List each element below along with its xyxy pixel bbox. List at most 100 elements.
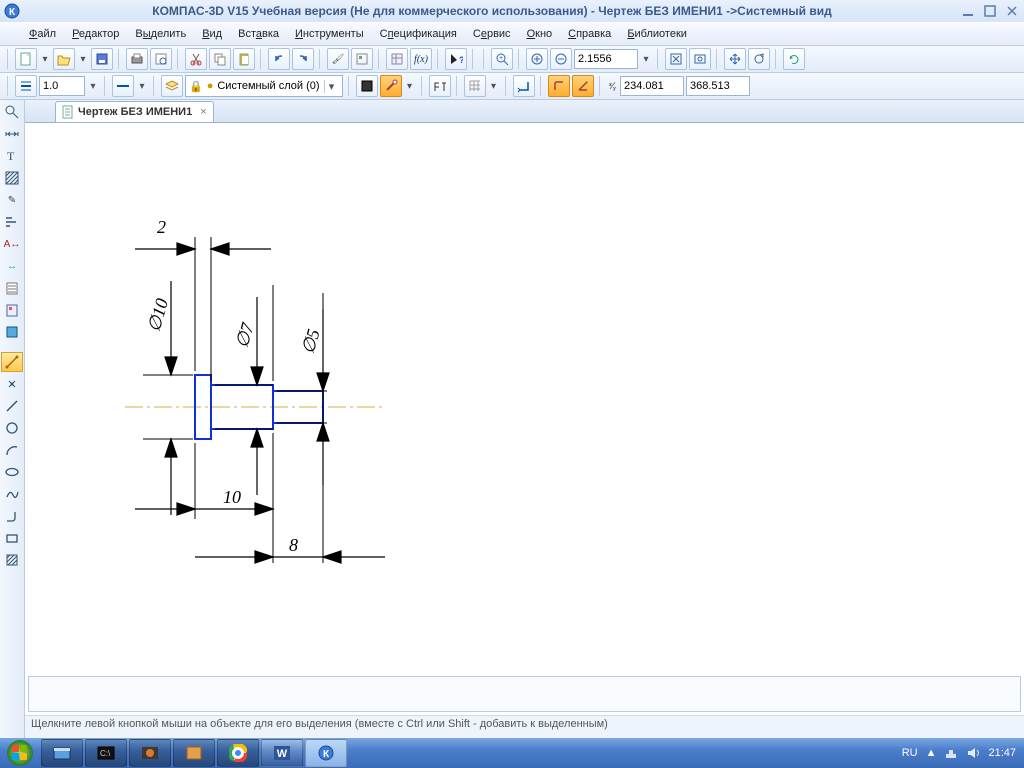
redo-button[interactable] xyxy=(292,48,314,70)
property-panel[interactable] xyxy=(28,676,1021,712)
dim-style-button[interactable] xyxy=(429,75,451,97)
menu-service[interactable]: Сервис xyxy=(466,26,518,42)
open-dropdown[interactable]: ▾ xyxy=(77,48,89,70)
task-app1[interactable] xyxy=(129,739,171,767)
linewidth-field[interactable]: 1.0 xyxy=(39,76,85,96)
task-word[interactable]: W xyxy=(261,739,303,767)
task-kompas[interactable]: К xyxy=(305,739,347,767)
copy-button[interactable] xyxy=(209,48,231,70)
zoom-dropdown[interactable]: ▾ xyxy=(640,48,652,70)
grid-button[interactable] xyxy=(464,75,486,97)
tool-ellipse[interactable] xyxy=(1,462,23,482)
clock[interactable]: 21:47 xyxy=(988,747,1016,759)
layer-dropdown[interactable]: ▾ xyxy=(324,80,339,93)
rotate-button[interactable] xyxy=(748,48,770,70)
tool-line[interactable] xyxy=(1,352,23,372)
tool-arc[interactable] xyxy=(1,440,23,460)
cut-button[interactable] xyxy=(185,48,207,70)
layer-combo[interactable]: 🔒 ● Системный слой (0) ▾ xyxy=(185,75,343,97)
new-button[interactable] xyxy=(15,48,37,70)
tab-close-icon[interactable]: × xyxy=(200,106,206,118)
snap-dropdown[interactable]: ▾ xyxy=(404,75,416,97)
menu-view[interactable]: Вид xyxy=(195,26,229,42)
zoom-prev-button[interactable] xyxy=(689,48,711,70)
tool-point[interactable] xyxy=(1,374,23,394)
menu-spec[interactable]: Спецификация xyxy=(373,26,464,42)
tool-properties-button[interactable] xyxy=(351,48,373,70)
tool-manager-button[interactable] xyxy=(386,48,408,70)
minimize-button[interactable] xyxy=(960,3,976,19)
task-chrome[interactable] xyxy=(217,739,259,767)
tray-volume-icon[interactable] xyxy=(966,746,980,760)
maximize-button[interactable] xyxy=(982,3,998,19)
menu-file[interactable]: Файл xyxy=(22,26,63,42)
print-preview-button[interactable] xyxy=(150,48,172,70)
tool-params[interactable] xyxy=(1,212,23,232)
menu-insert[interactable]: Вставка xyxy=(231,26,286,42)
zoom-fit-button[interactable] xyxy=(665,48,687,70)
tool-insert[interactable] xyxy=(1,322,23,342)
tool-reports[interactable] xyxy=(1,300,23,320)
task-cmd[interactable]: C:\ xyxy=(85,739,127,767)
round-button[interactable] xyxy=(548,75,570,97)
zoom-window-button[interactable]: + xyxy=(491,48,513,70)
document-tab[interactable]: Чертеж БЕЗ ИМЕНИ1 × xyxy=(55,101,214,122)
tool-edit[interactable]: ✎ xyxy=(1,190,23,210)
color-button[interactable] xyxy=(356,75,378,97)
tool-fillet[interactable] xyxy=(1,506,23,526)
snap-toggle-button[interactable] xyxy=(380,75,402,97)
zoom-field[interactable]: 2.1556 xyxy=(574,49,638,69)
ortho-button[interactable] xyxy=(513,75,535,97)
local-cs-button[interactable] xyxy=(572,75,594,97)
linewidth-dropdown[interactable]: ▾ xyxy=(87,75,99,97)
line-solid-button[interactable] xyxy=(112,75,134,97)
tool-variables-button[interactable]: f(x) xyxy=(410,48,432,70)
menu-libs[interactable]: Библиотеки xyxy=(620,26,694,42)
pan-button[interactable] xyxy=(724,48,746,70)
drawing-canvas[interactable]: 2 ∅10 xyxy=(25,123,1024,673)
tool-select[interactable]: ↔ xyxy=(1,256,23,276)
close-button[interactable] xyxy=(1004,3,1020,19)
open-button[interactable] xyxy=(53,48,75,70)
coord-x-field[interactable]: 234.081 xyxy=(620,76,684,96)
undo-button[interactable] xyxy=(268,48,290,70)
zoom-out-button[interactable] xyxy=(550,48,572,70)
new-dropdown[interactable]: ▾ xyxy=(39,48,51,70)
paste-button[interactable] xyxy=(233,48,255,70)
task-explorer[interactable] xyxy=(41,739,83,767)
save-button[interactable] xyxy=(91,48,113,70)
tool-text[interactable]: T xyxy=(1,146,23,166)
tool-hatch[interactable] xyxy=(1,168,23,188)
tool-rect[interactable] xyxy=(1,528,23,548)
tool-dimensions[interactable] xyxy=(1,124,23,144)
linewidth-icon[interactable] xyxy=(15,75,37,97)
coord-y-field[interactable]: 368.513 xyxy=(686,76,750,96)
tool-geometry[interactable] xyxy=(1,102,23,122)
menu-window[interactable]: Окно xyxy=(520,26,560,42)
tool-spec[interactable] xyxy=(1,278,23,298)
start-button[interactable] xyxy=(0,738,40,768)
task-app2[interactable] xyxy=(173,739,215,767)
tray-network-icon[interactable] xyxy=(944,746,958,760)
layers-button[interactable] xyxy=(161,75,183,97)
tool-spline[interactable] xyxy=(1,484,23,504)
tool-measure[interactable]: A↔ xyxy=(1,234,23,254)
help-context-button[interactable]: ? xyxy=(445,48,467,70)
lang-indicator[interactable]: RU xyxy=(902,747,918,759)
svg-text:К: К xyxy=(9,7,16,18)
title-bar: К КОМПАС-3D V15 Учебная версия (Не для к… xyxy=(0,0,1024,22)
tool-hatchfill[interactable] xyxy=(1,550,23,570)
menu-select[interactable]: Выделить xyxy=(128,26,193,42)
print-button[interactable] xyxy=(126,48,148,70)
menu-help[interactable]: Справка xyxy=(561,26,618,42)
tool-segment[interactable] xyxy=(1,396,23,416)
tool-brush-button[interactable]: 🖌 xyxy=(327,48,349,70)
redraw-button[interactable] xyxy=(783,48,805,70)
zoom-in-button[interactable] xyxy=(526,48,548,70)
grid-dropdown[interactable]: ▾ xyxy=(488,75,500,97)
tool-circle[interactable] xyxy=(1,418,23,438)
linestyle-dropdown[interactable]: ▾ xyxy=(136,75,148,97)
tray-flag-icon[interactable]: ▲ xyxy=(926,747,937,759)
menu-tools[interactable]: Инструменты xyxy=(288,26,371,42)
menu-edit[interactable]: Редактор xyxy=(65,26,126,42)
